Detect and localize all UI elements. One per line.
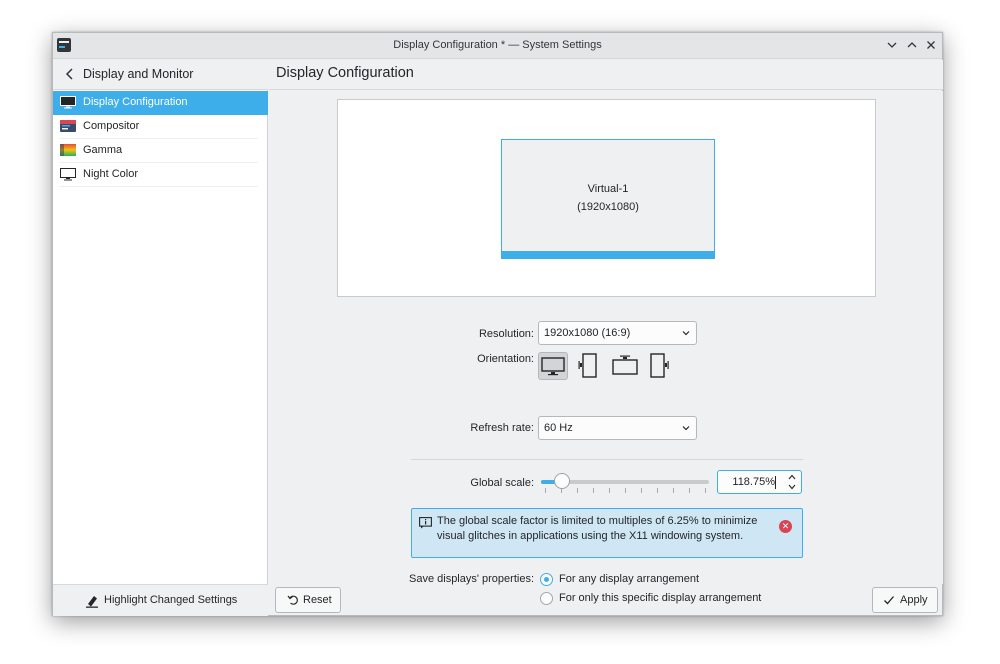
sidebar-item-gamma[interactable]: Gamma bbox=[53, 139, 268, 163]
sidebar-header: Display and Monitor bbox=[53, 60, 268, 90]
separator bbox=[59, 186, 258, 187]
display-arrangement-preview: Virtual-1 (1920x1080) bbox=[337, 99, 876, 297]
chevron-down-icon bbox=[682, 331, 690, 336]
resolution-label: Resolution: bbox=[478, 328, 534, 340]
chevron-down-icon[interactable] bbox=[788, 484, 796, 490]
orientation-portrait-left-button[interactable] bbox=[574, 352, 604, 380]
portrait-right-monitor-icon bbox=[650, 353, 669, 378]
slider-tick bbox=[545, 488, 546, 493]
night-color-icon bbox=[60, 168, 76, 181]
slider-tick bbox=[609, 488, 610, 493]
output-resolution: (1920x1080) bbox=[577, 201, 639, 213]
orientation-portrait-right-button[interactable] bbox=[646, 352, 676, 380]
landscape-flipped-monitor-icon bbox=[612, 355, 638, 375]
apply-button[interactable]: Apply bbox=[872, 587, 938, 613]
sidebar-item-compositor[interactable]: Compositor bbox=[53, 115, 268, 139]
slider-tick bbox=[673, 488, 674, 493]
slider-tick bbox=[593, 488, 594, 493]
chevron-down-icon bbox=[682, 426, 690, 431]
sidebar-item-night-color[interactable]: Night Color bbox=[53, 163, 268, 187]
highlighter-icon bbox=[86, 596, 98, 608]
title-bar[interactable]: Display Configuration * — System Setting… bbox=[53, 33, 942, 59]
maximize-button[interactable] bbox=[904, 37, 920, 53]
global-scale-label: Global scale: bbox=[470, 477, 534, 489]
chevron-up-icon bbox=[907, 42, 917, 48]
back-arrow-icon[interactable] bbox=[65, 68, 75, 80]
display-configuration-panel: Virtual-1 (1920x1080) Resolution: 1920x1… bbox=[269, 91, 943, 605]
slider-tick bbox=[641, 488, 642, 493]
resolution-value: 1920x1080 (16:9) bbox=[544, 327, 631, 339]
refresh-rate-label: Refresh rate: bbox=[470, 422, 534, 434]
page-title: Display Configuration bbox=[276, 65, 414, 81]
gamma-icon bbox=[60, 144, 76, 156]
portrait-left-monitor-icon bbox=[578, 353, 597, 378]
reset-button[interactable]: Reset bbox=[275, 587, 341, 613]
monitor-icon bbox=[60, 96, 76, 109]
sidebar-title: Display and Monitor bbox=[83, 67, 194, 81]
output-name: Virtual-1 bbox=[587, 183, 629, 195]
chevron-down-icon bbox=[887, 42, 897, 48]
sidebar-item-label: Compositor bbox=[83, 120, 140, 132]
slider-tick bbox=[657, 488, 658, 493]
sidebar-footer: Highlight Changed Settings bbox=[53, 584, 268, 616]
sidebar-item-display-configuration[interactable]: Display Configuration bbox=[53, 91, 268, 115]
minimize-button[interactable] bbox=[884, 37, 900, 53]
system-settings-window: Display Configuration * — System Setting… bbox=[52, 32, 943, 616]
sidebar: Display and Monitor Display Configuratio… bbox=[53, 60, 268, 616]
orientation-label: Orientation: bbox=[477, 353, 534, 365]
orientation-flipped-button[interactable] bbox=[610, 352, 640, 380]
chevron-up-icon[interactable] bbox=[788, 474, 796, 480]
slider-handle[interactable] bbox=[554, 473, 570, 489]
output-selected-bar bbox=[502, 251, 714, 258]
highlight-changed-settings-button[interactable]: Highlight Changed Settings bbox=[104, 594, 237, 606]
content-header: Display Configuration bbox=[269, 60, 943, 90]
window-title: Display Configuration * — System Setting… bbox=[393, 39, 602, 51]
close-button[interactable] bbox=[923, 37, 939, 53]
output-virtual-1[interactable]: Virtual-1 (1920x1080) bbox=[501, 139, 715, 259]
resolution-combobox[interactable]: 1920x1080 (16:9) bbox=[538, 321, 697, 345]
undo-icon bbox=[287, 595, 298, 605]
radio-label: For any display arrangement bbox=[559, 573, 700, 585]
refresh-rate-combobox[interactable]: 60 Hz bbox=[538, 416, 697, 440]
global-scale-spinbox[interactable]: 118.75% bbox=[717, 470, 802, 494]
close-icon bbox=[927, 41, 935, 49]
refresh-rate-value: 60 Hz bbox=[544, 422, 573, 434]
global-scale-value: 118.75% bbox=[732, 476, 775, 488]
radio-button[interactable] bbox=[540, 573, 553, 586]
sidebar-item-label: Night Color bbox=[83, 168, 139, 180]
slider-tick bbox=[689, 488, 690, 493]
radio-label: For only this specific display arrangeme… bbox=[559, 592, 762, 604]
landscape-monitor-icon bbox=[541, 357, 565, 376]
compositor-icon bbox=[60, 120, 76, 132]
close-icon[interactable]: ✕ bbox=[779, 520, 792, 533]
scale-info-text: The global scale factor is limited to mu… bbox=[437, 515, 758, 542]
reset-label: Reset bbox=[303, 594, 332, 606]
sidebar-item-label: Display Configuration bbox=[83, 96, 188, 108]
orientation-landscape-button[interactable] bbox=[538, 352, 568, 380]
radio-button[interactable] bbox=[540, 592, 553, 605]
save-properties-label: Save displays' properties: bbox=[409, 573, 534, 585]
sidebar-item-label: Gamma bbox=[83, 144, 123, 156]
text-caret bbox=[775, 476, 776, 489]
info-icon bbox=[419, 517, 432, 529]
checkmark-icon bbox=[884, 596, 894, 605]
slider-tick bbox=[705, 488, 706, 493]
apply-label: Apply bbox=[900, 594, 928, 606]
slider-tick bbox=[625, 488, 626, 493]
separator bbox=[411, 459, 803, 460]
scale-info-message: The global scale factor is limited to mu… bbox=[411, 508, 803, 558]
slider-tick bbox=[577, 488, 578, 493]
